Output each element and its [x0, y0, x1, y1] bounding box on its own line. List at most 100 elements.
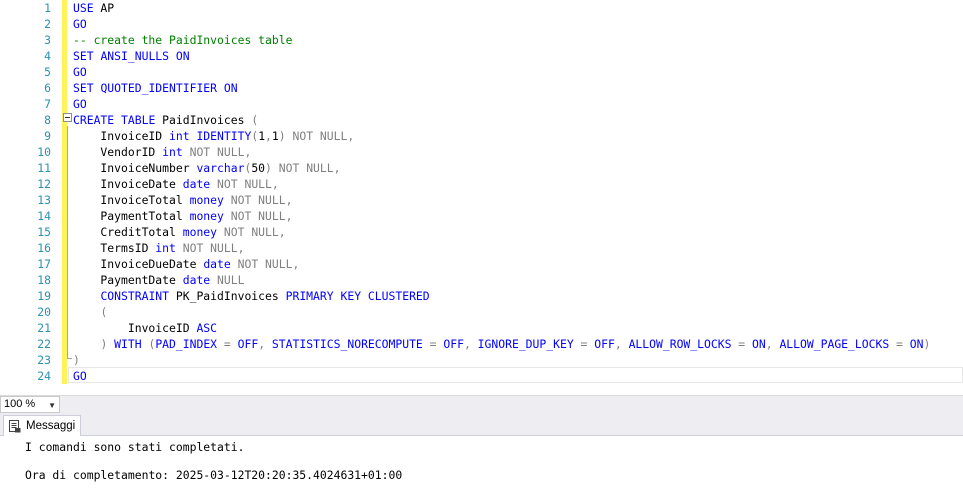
code-token: NOT NULL	[182, 241, 238, 255]
code-line[interactable]: 21 InvoiceID ASC	[0, 320, 963, 336]
line-number: 9	[44, 129, 51, 143]
code-token: ALLOW_PAGE_LOCKS	[779, 337, 890, 351]
code-text: CREATE TABLE PaidInvoices (	[73, 112, 258, 128]
line-number: 19	[37, 289, 51, 303]
code-line[interactable]: 11 InvoiceNumber varchar(50) NOT NULL,	[0, 160, 963, 176]
code-token: money	[189, 193, 224, 207]
code-token: ASC	[196, 321, 218, 335]
tab-messages[interactable]: Messaggi	[3, 415, 81, 436]
code-token: WITH	[114, 337, 142, 351]
code-text: InvoiceID ASC	[73, 320, 217, 336]
line-number: 22	[37, 337, 51, 351]
zoom-value: 100 %	[4, 398, 36, 410]
code-token: QUOTED_IDENTIFIER	[100, 81, 218, 95]
code-token: OFF	[443, 337, 464, 351]
code-token: NOT NULL	[278, 161, 334, 175]
code-line[interactable]: 14 PaymentTotal money NOT NULL,	[0, 208, 963, 224]
code-line[interactable]: 13 InvoiceTotal money NOT NULL,	[0, 192, 963, 208]
code-token: int	[169, 129, 190, 143]
code-line[interactable]: 19 CONSTRAINT PK_PaidInvoices PRIMARY KE…	[0, 288, 963, 304]
message-line: I comandi sono stati completati.	[25, 440, 245, 454]
line-number: 10	[37, 145, 51, 159]
code-line[interactable]: 12 InvoiceDate date NOT NULL,	[0, 176, 963, 192]
line-number: 7	[44, 97, 51, 111]
chevron-down-icon[interactable]: ▼	[48, 398, 56, 413]
line-number: 14	[37, 209, 51, 223]
line-number: 23	[37, 353, 51, 367]
code-token: NOT NULL	[217, 177, 272, 191]
code-line[interactable]: 17 InvoiceDueDate date NOT NULL,	[0, 256, 963, 272]
code-token: ON	[175, 49, 190, 63]
code-token: TermsID	[73, 241, 156, 255]
code-line[interactable]: 1 USE AP	[0, 0, 963, 16]
code-token: NOT NULL	[237, 257, 293, 271]
code-token: ,	[463, 337, 471, 351]
code-token: ,	[765, 337, 773, 351]
code-line[interactable]: 8 CREATE TABLE PaidInvoices (	[0, 112, 963, 128]
zoom-dropdown[interactable]: 100 % ▼	[0, 396, 60, 413]
query-editor[interactable]: 1 USE AP 2 GO 3 -- create the PaidInvoices ta…	[0, 0, 963, 385]
code-token: (	[251, 113, 259, 127]
code-token: ALLOW_ROW_LOCKS	[628, 337, 732, 351]
code-text: InvoiceNumber varchar(50) NOT NULL,	[73, 160, 340, 176]
code-token: PAD_INDEX	[155, 337, 218, 351]
editor-bottom-margin	[0, 385, 963, 395]
code-token: ,	[285, 193, 293, 207]
code-text: GO	[73, 368, 87, 384]
code-token: money	[189, 209, 224, 223]
code-token: InvoiceNumber	[73, 161, 197, 175]
line-number: 16	[37, 241, 51, 255]
horizontal-scrollbar[interactable]	[62, 398, 963, 411]
code-line[interactable]: 18 PaymentDate date NULL	[0, 272, 963, 288]
code-token: GO	[73, 65, 87, 79]
code-token: ,	[265, 129, 272, 143]
line-number: 18	[37, 273, 51, 287]
code-line[interactable]: 2 GO	[0, 16, 963, 32]
code-line[interactable]: 7 GO	[0, 96, 963, 112]
code-line[interactable]: 20 (	[0, 304, 963, 320]
code-token: int	[162, 145, 183, 159]
code-token: =	[896, 337, 903, 351]
code-token: ANSI_NULLS	[100, 49, 170, 63]
code-line[interactable]: 23)	[0, 352, 963, 368]
code-token: money	[182, 225, 218, 239]
code-line[interactable]: 5 GO	[0, 64, 963, 80]
line-number: 4	[44, 49, 51, 63]
code-line[interactable]: 16 TermsID int NOT NULL,	[0, 240, 963, 256]
code-line[interactable]: 10 VendorID int NOT NULL,	[0, 144, 963, 160]
code-line[interactable]: 9 InvoiceID int IDENTITY(1,1) NOT NULL,	[0, 128, 963, 144]
line-number: 5	[44, 65, 51, 79]
code-text: SET QUOTED_IDENTIFIER ON	[73, 80, 238, 96]
code-token: ,	[614, 337, 622, 351]
code-token: date	[182, 273, 211, 287]
code-line[interactable]: 4 SET ANSI_NULLS ON	[0, 48, 963, 64]
code-line[interactable]: 22 ) WITH (PAD_INDEX = OFF, STATISTICS_N…	[0, 336, 963, 352]
code-text: InvoiceDueDate date NOT NULL,	[73, 256, 299, 272]
code-token: VendorID	[73, 145, 163, 159]
code-token: InvoiceID	[73, 129, 170, 143]
line-number: 3	[44, 33, 51, 47]
code-line[interactable]: 6 SET QUOTED_IDENTIFIER ON	[0, 80, 963, 96]
code-line[interactable]: 24 GO	[0, 368, 963, 384]
messages-icon	[9, 420, 21, 433]
code-token: ,	[347, 129, 355, 143]
code-token: varchar	[196, 161, 245, 175]
code-token: PaidInvoices	[155, 113, 252, 127]
code-line[interactable]: 3 -- create the PaidInvoices table	[0, 32, 963, 48]
code-line[interactable]: 15 CreditTotal money NOT NULL,	[0, 224, 963, 240]
code-text: TermsID int NOT NULL,	[73, 240, 244, 256]
code-token: IGNORE_DUP_KEY	[477, 337, 574, 351]
code-token: ON	[223, 81, 238, 95]
code-token: InvoiceDueDate	[73, 257, 204, 271]
code-token: CLUSTERED	[367, 289, 430, 303]
